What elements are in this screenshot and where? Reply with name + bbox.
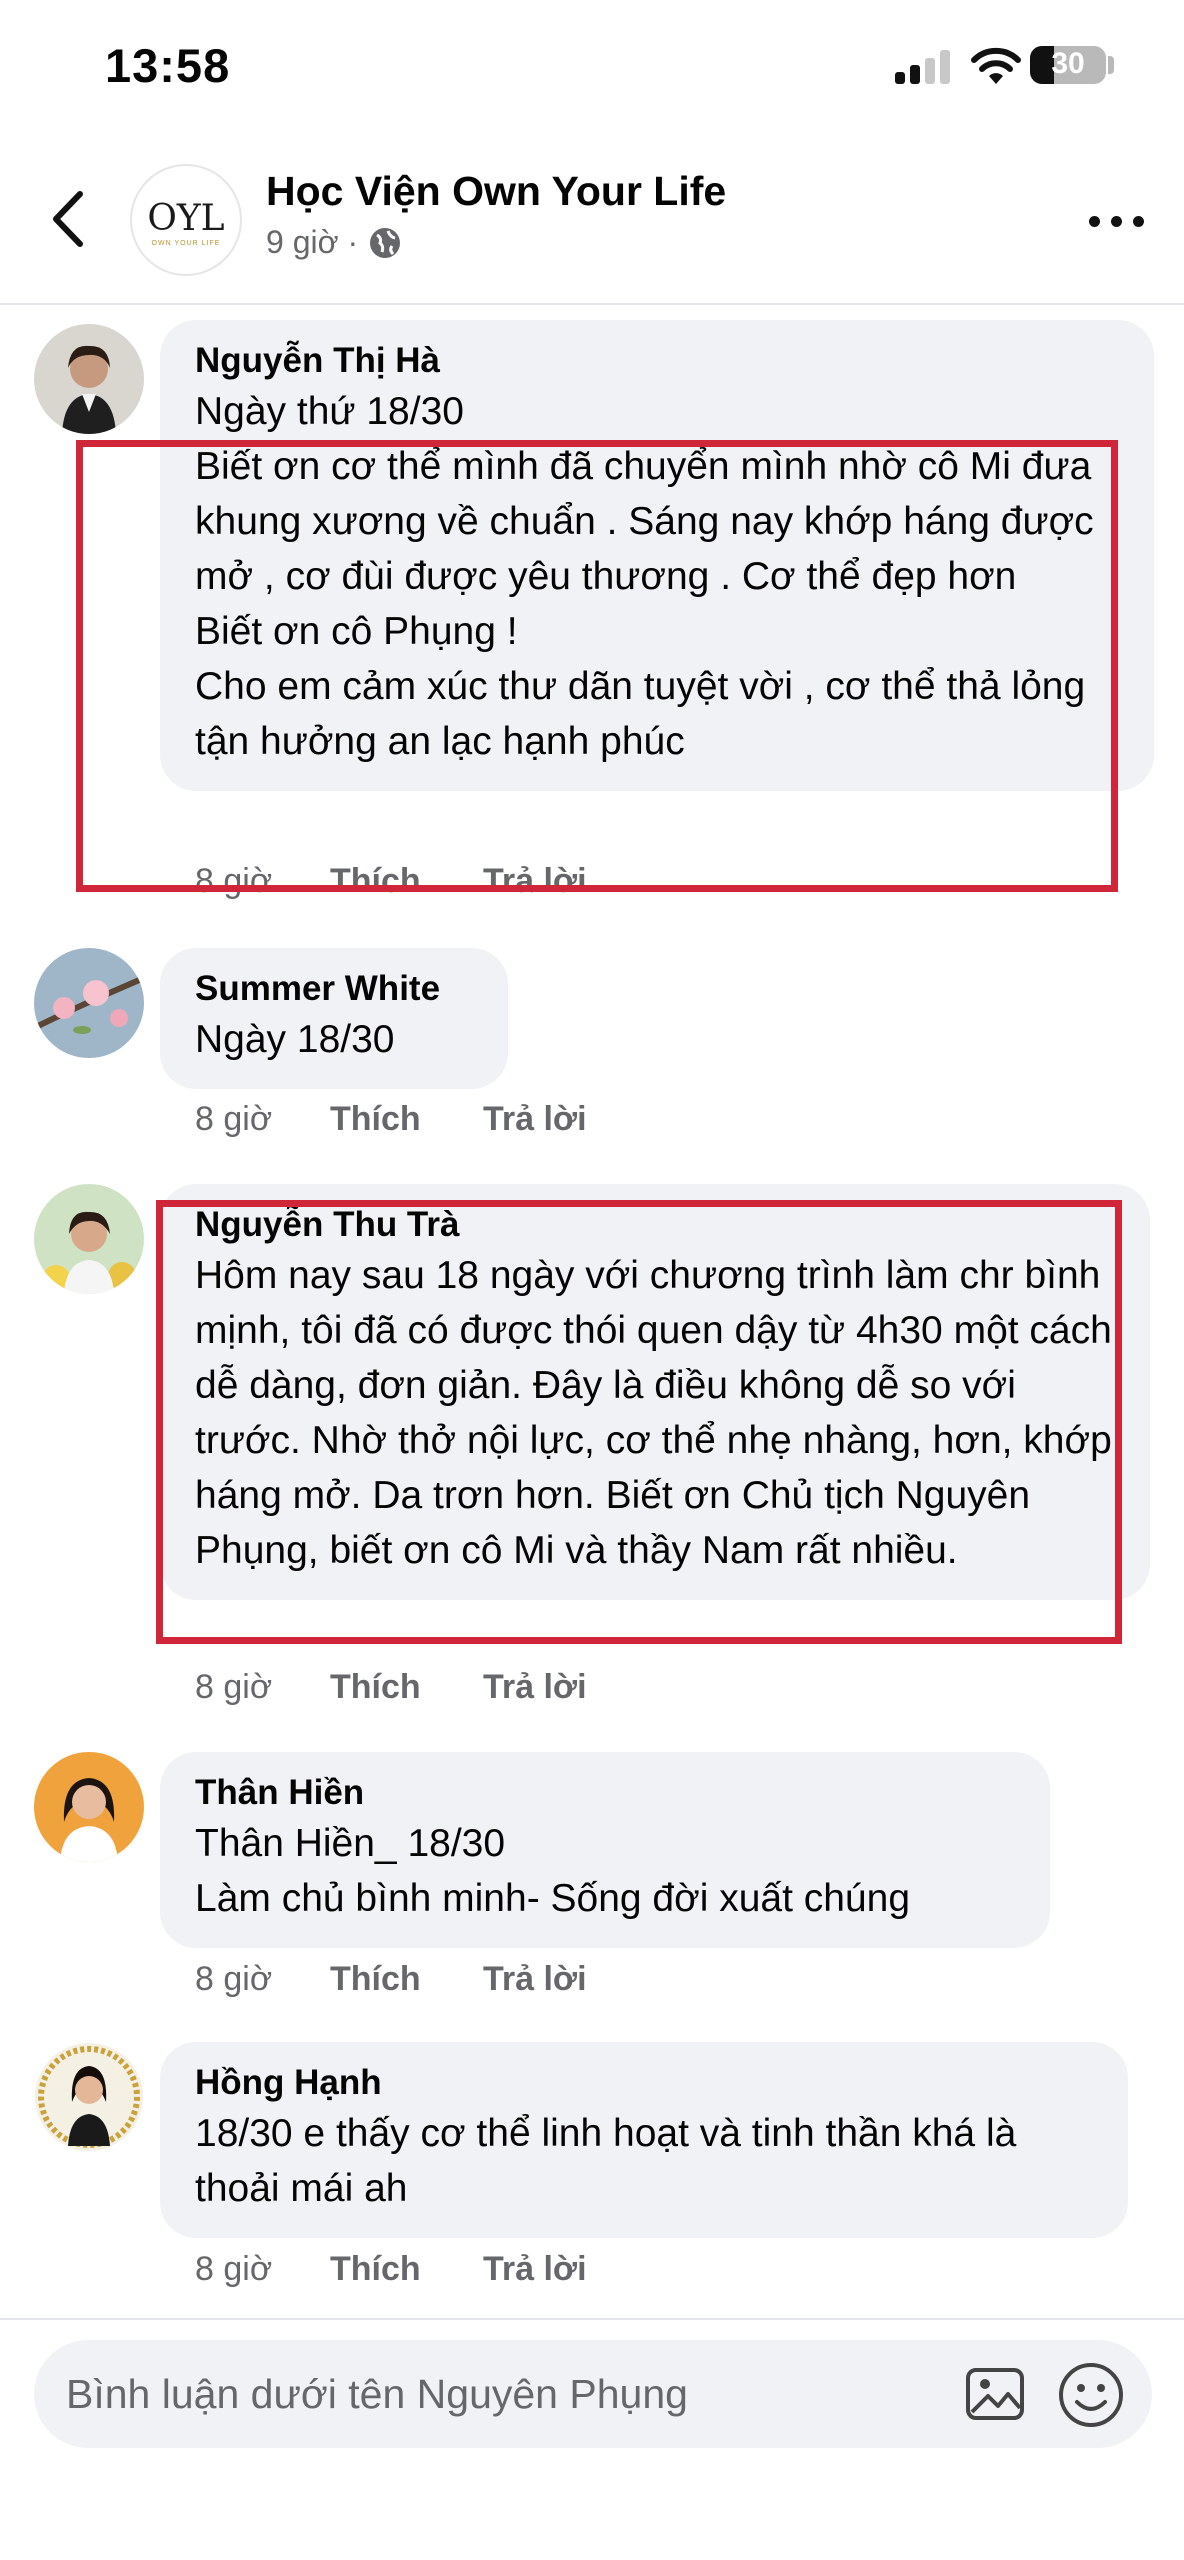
like-button[interactable]: Thích (330, 1668, 483, 1707)
like-button[interactable]: Thích (330, 2250, 483, 2289)
comment-author[interactable]: Summer White (195, 966, 472, 1012)
page-logo-subtext: OWN YOUR LIFE (151, 240, 221, 247)
post-meta: 9 giờ · (266, 224, 402, 261)
page-avatar[interactable]: OYL OWN YOUR LIFE (130, 164, 242, 276)
photo-icon[interactable] (964, 2362, 1030, 2426)
status-time: 13:58 (105, 39, 231, 92)
avatar[interactable] (34, 948, 144, 1058)
post-time: 9 giờ · (266, 224, 359, 260)
highlight-box (76, 440, 1118, 892)
page-name[interactable]: Học Viện Own Your Life (266, 168, 726, 215)
avatar[interactable] (34, 324, 144, 434)
comment-author[interactable]: Hồng Hạnh (195, 2060, 1092, 2106)
battery-tip (1108, 56, 1114, 74)
reply-button[interactable]: Trả lời (483, 1668, 587, 1707)
more-options-button[interactable] (1085, 202, 1149, 242)
post-header: OYL OWN YOUR LIFE Học Viện Own Your Life… (0, 140, 1184, 305)
reply-button[interactable]: Trả lời (483, 2250, 587, 2289)
avatar[interactable] (34, 2042, 144, 2152)
like-button[interactable]: Thích (330, 1960, 483, 1999)
avatar[interactable] (34, 1184, 144, 1294)
comment-time: 8 giờ (195, 1100, 273, 1138)
globe-icon (370, 227, 401, 258)
comment-time: 8 giờ (195, 2250, 273, 2288)
comment-actions: 8 giờ Thích Trả lời (195, 1960, 587, 1999)
highlight-box (156, 1200, 1122, 1644)
header-divider (0, 303, 1184, 305)
comment-text: 18/30 e thấy cơ thể linh hoạt và tinh th… (195, 2112, 1017, 2210)
comment-author[interactable]: Nguyễn Thị Hà (195, 338, 1118, 384)
comment-input[interactable] (66, 2366, 946, 2422)
comment-text: Ngày 18/30 (195, 1018, 395, 1061)
status-bar: 13:58 30 (0, 0, 1184, 140)
battery-level: 30 (1051, 47, 1085, 80)
comment-time: 8 giờ (195, 1668, 273, 1706)
back-button[interactable] (40, 184, 100, 254)
comment-time: 8 giờ (195, 1960, 273, 1998)
wifi-icon (971, 47, 1021, 84)
comment-composer (34, 2340, 1152, 2448)
composer-divider (0, 2318, 1184, 2320)
page-logo-text: OYL (147, 198, 225, 239)
comment-bubble: Summer White Ngày 18/30 (160, 948, 508, 1089)
comment-actions: 8 giờ Thích Trả lời (195, 1100, 587, 1139)
comment-actions: 8 giờ Thích Trả lời (195, 2250, 587, 2289)
emoji-icon[interactable] (1056, 2360, 1126, 2430)
battery-icon: 30 (1030, 46, 1106, 84)
comment-author[interactable]: Thân Hiền (195, 1770, 1014, 1816)
reply-button[interactable]: Trả lời (483, 1100, 587, 1139)
avatar[interactable] (34, 1752, 144, 1862)
comment-text: Thân Hiền_ 18/30 Làm chủ bình minh- Sống… (195, 1822, 911, 1920)
comment-bubble: Thân Hiền Thân Hiền_ 18/30 Làm chủ bình … (160, 1752, 1050, 1948)
cellular-signal-icon (895, 50, 951, 84)
reply-button[interactable]: Trả lời (483, 1960, 587, 1999)
comment-actions: 8 giờ Thích Trả lời (195, 1668, 587, 1707)
like-button[interactable]: Thích (330, 1100, 483, 1139)
comment-bubble: Hồng Hạnh 18/30 e thấy cơ thể linh hoạt … (160, 2042, 1128, 2238)
